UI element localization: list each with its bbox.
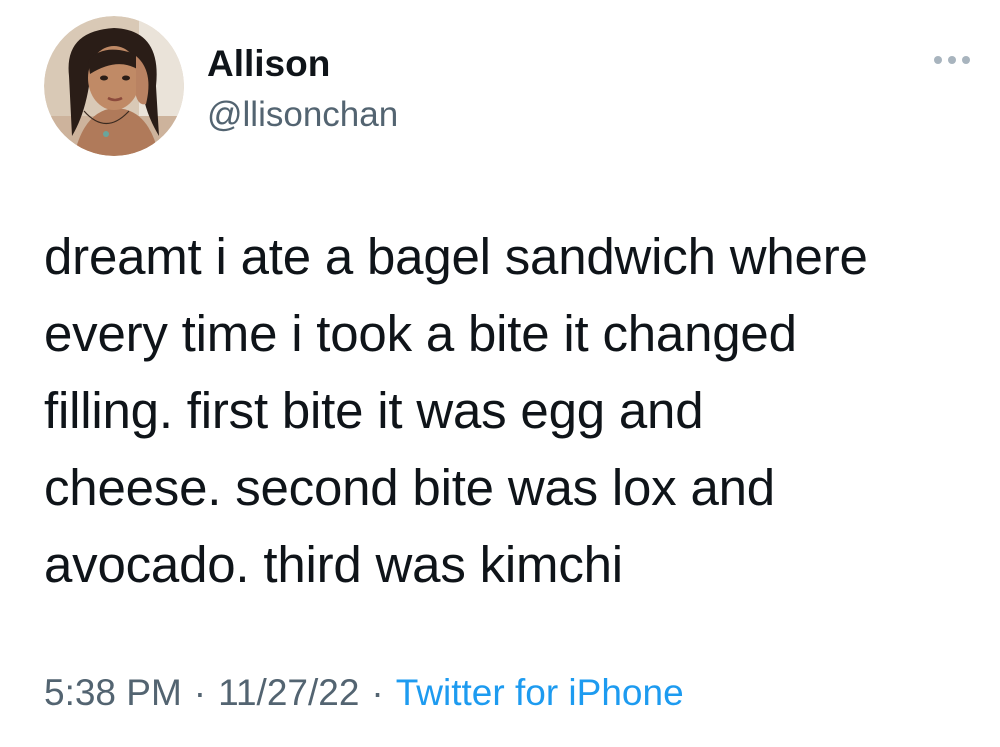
more-options-button[interactable] xyxy=(928,46,976,74)
tweet-source-link[interactable]: Twitter for iPhone xyxy=(396,672,684,713)
author-handle[interactable]: @llisonchan xyxy=(207,94,398,136)
more-horizontal-icon xyxy=(934,56,970,64)
avatar[interactable] xyxy=(44,16,184,156)
tweet-card: Allison @llisonchan dreamt i ate a bagel… xyxy=(0,0,1000,747)
author-display-name[interactable]: Allison xyxy=(207,42,330,86)
avatar-photo xyxy=(44,16,184,156)
meta-separator: · xyxy=(371,672,384,713)
tweet-time[interactable]: 5:38 PM xyxy=(44,672,182,713)
tweet-text: dreamt i ate a bagel sandwich where ever… xyxy=(44,228,868,593)
tweet-metadata: 5:38 PM · 11/27/22 · Twitter for iPhone xyxy=(44,670,684,716)
tweet-date[interactable]: 11/27/22 xyxy=(218,672,359,713)
meta-separator: · xyxy=(193,672,207,713)
